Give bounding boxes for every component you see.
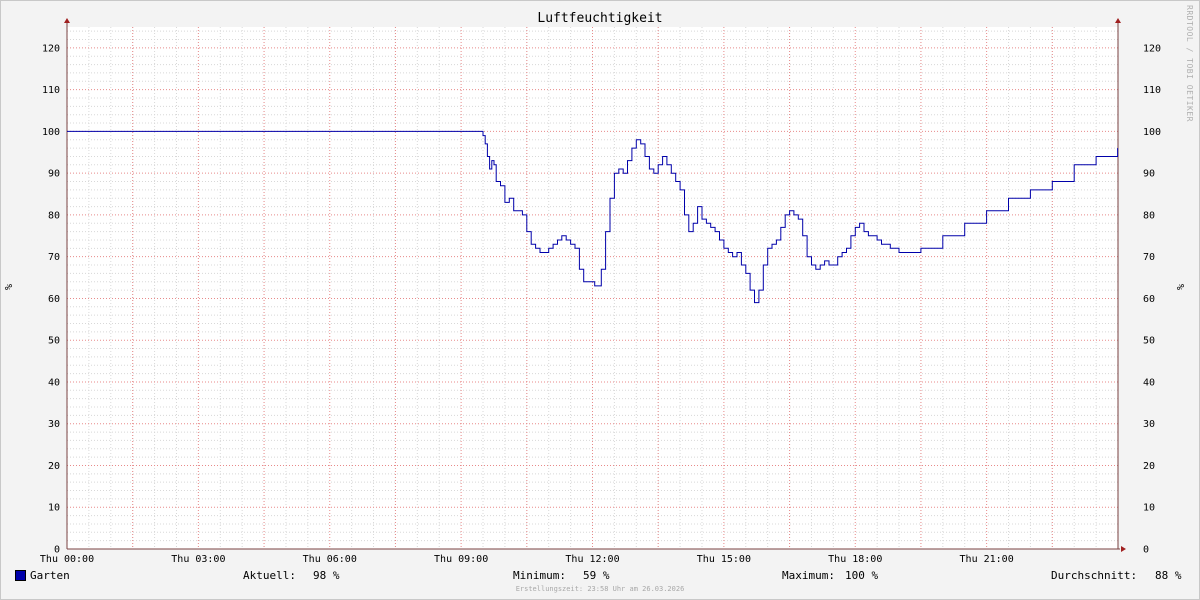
y-tick-label-right: 0 — [1143, 545, 1149, 556]
chart: 0 010 1020 2030 3040 4050 5060 6070 7080 8090 9010… — [40, 18, 1161, 565]
x-tick-label: Thu 18:00 — [828, 554, 882, 565]
legend-current-label: Aktuell: — [243, 569, 296, 582]
y-tick-label-right: 20 — [1143, 461, 1155, 472]
y-tick-label-left: 100 — [42, 127, 60, 138]
y-axis-label-right: % — [1176, 284, 1187, 291]
legend-avg-label: Durchschnitt: — [1051, 569, 1138, 582]
legend-series-name: Garten — [30, 569, 70, 582]
chart-title: Luftfeuchtigkeit — [537, 11, 663, 26]
y-tick-label-left: 10 — [48, 503, 60, 514]
y-tick-label-right: 70 — [1143, 252, 1155, 263]
x-tick-label: Thu 12:00 — [565, 554, 619, 565]
y-tick-label-right: 60 — [1143, 294, 1155, 305]
y-tick-label-right: 120 — [1143, 43, 1161, 54]
y-tick-label-right: 30 — [1143, 419, 1155, 430]
legend-max-label: Maximum: — [782, 569, 835, 582]
y-tick-label-left: 40 — [48, 377, 60, 388]
legend-swatch — [15, 570, 26, 581]
x-tick-label: Thu 21:00 — [960, 554, 1014, 565]
y-tick-label-left: 20 — [48, 461, 60, 472]
x-tick-label: Thu 09:00 — [434, 554, 488, 565]
x-axis-arrow — [1121, 546, 1126, 552]
legend-min-label: Minimum: — [513, 569, 566, 582]
legend-min-value: 59 % — [583, 569, 610, 582]
y-axis-label-left: % — [4, 284, 15, 291]
legend-current-value: 98 % — [313, 569, 340, 582]
watermark: RRDTOOL / TOBI OETIKER — [1185, 5, 1194, 122]
y-tick-label-right: 10 — [1143, 503, 1155, 514]
y-tick-label-left: 120 — [42, 43, 60, 54]
y-tick-label-right: 50 — [1143, 336, 1155, 347]
y-tick-label-left: 80 — [48, 210, 60, 221]
y-tick-label-right: 40 — [1143, 377, 1155, 388]
y-tick-label-right: 100 — [1143, 127, 1161, 138]
y-tick-label-left: 50 — [48, 336, 60, 347]
y-tick-label-right: 90 — [1143, 169, 1155, 180]
y-tick-label-left: 70 — [48, 252, 60, 263]
legend-max-value: 100 % — [845, 569, 879, 582]
x-tick-label: Thu 00:00 — [40, 554, 94, 565]
x-tick-label: Thu 06:00 — [303, 554, 357, 565]
y-tick-label-left: 110 — [42, 85, 60, 96]
x-tick-label: Thu 15:00 — [697, 554, 751, 565]
y-tick-label-left: 90 — [48, 169, 60, 180]
footer-timestamp: Erstellungszeit: 23:58 Uhr am 26.03.2026 — [515, 585, 685, 593]
y-tick-label-right: 80 — [1143, 210, 1155, 221]
y-tick-label-right: 110 — [1143, 85, 1161, 96]
legend-avg-value: 88 % — [1155, 569, 1182, 582]
y-tick-label-left: 60 — [48, 294, 60, 305]
y-tick-label-left: 30 — [48, 419, 60, 430]
x-tick-label: Thu 03:00 — [171, 554, 225, 565]
